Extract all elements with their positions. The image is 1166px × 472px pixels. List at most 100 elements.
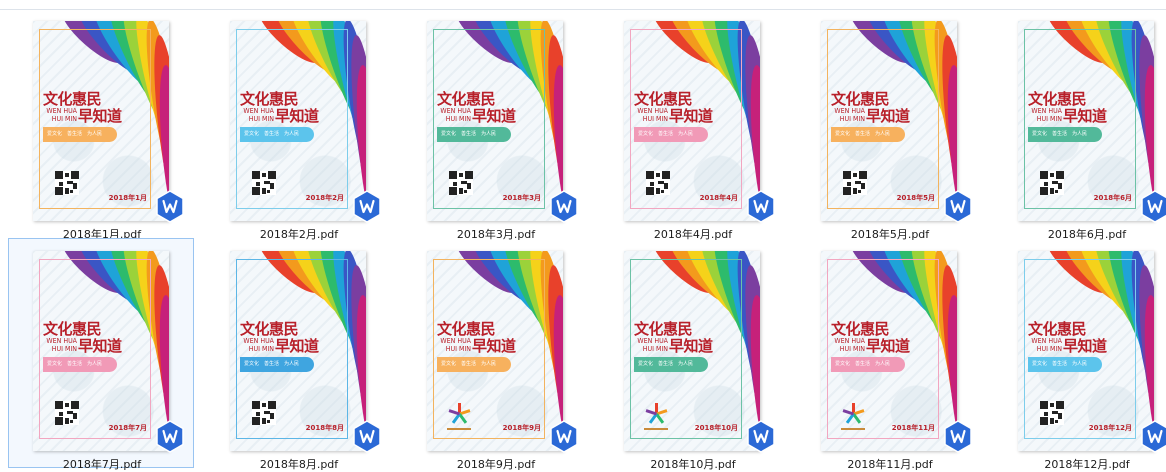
poster-date: 2018年3月	[502, 194, 541, 202]
poster-slogan-banner: 爱文化 善生活 为人民	[43, 357, 117, 372]
file-name-label[interactable]: 2018年10月.pdf	[600, 456, 786, 472]
file-item[interactable]: 文化惠民 WEN HUA HUI MIN 早知道 爱文化 善生活 为人民 2018年3月…	[402, 8, 588, 241]
poster-slogan-banner: 爱文化 善生活 为人民	[1028, 357, 1102, 372]
poster-title-pinyin: WEN HUA HUI MIN	[637, 337, 668, 353]
wps-pdf-icon	[550, 420, 578, 453]
poster-title-pinyin: WEN HUA HUI MIN	[834, 337, 865, 353]
qr-code-icon	[1040, 401, 1064, 425]
poster-title-pinyin: WEN HUA HUI MIN	[46, 107, 77, 123]
pdf-thumbnail: 文化惠民 WEN HUA HUI MIN 早知道 爱文化 善生活 为人民 2018年2月	[230, 21, 366, 221]
qr-code-icon	[252, 401, 276, 425]
pdf-thumbnail: 文化惠民 WEN HUA HUI MIN 早知道 爱文化 善生活 为人民 2018年3月	[427, 21, 563, 221]
poster-date: 2018年6月	[1093, 194, 1132, 202]
qr-code-icon	[252, 171, 276, 195]
file-name-label[interactable]: 2018年8月.pdf	[206, 456, 392, 472]
file-item[interactable]: 文化惠民 WEN HUA HUI MIN 早知道 爱文化 善生活 为人民 2018年6月…	[993, 8, 1166, 241]
poster-title-pinyin: WEN HUA HUI MIN	[46, 337, 77, 353]
pdf-thumbnail: 文化惠民 WEN HUA HUI MIN 早知道 爱文化 善生活 为人民 2018年4月	[624, 21, 760, 221]
qr-code-icon	[449, 171, 473, 195]
poster-slogan-banner: 爱文化 善生活 为人民	[437, 127, 511, 142]
poster-slogan-banner: 爱文化 善生活 为人民	[240, 357, 314, 372]
file-item[interactable]: 文化惠民 WEN HUA HUI MIN 早知道 爱文化 善生活 为人民 2018年9月…	[402, 238, 588, 471]
poster-subtitle: 早知道	[1063, 107, 1107, 125]
poster-date: 2018年8月	[305, 424, 344, 432]
poster-date: 2018年10月	[694, 424, 738, 432]
poster-date: 2018年5月	[896, 194, 935, 202]
qr-code-icon	[55, 401, 79, 425]
wps-pdf-icon	[353, 420, 381, 453]
wps-pdf-icon	[156, 420, 184, 453]
file-name-label[interactable]: 2018年12月.pdf	[994, 456, 1166, 472]
wps-pdf-icon	[944, 420, 972, 453]
poster-title-pinyin: WEN HUA HUI MIN	[243, 107, 274, 123]
file-grid: 文化惠民 WEN HUA HUI MIN 早知道 爱文化 善生活 为人民 2018年1月…	[0, 0, 1166, 471]
wps-pdf-icon	[1141, 190, 1166, 223]
pdf-thumbnail: 文化惠民 WEN HUA HUI MIN 早知道 爱文化 善生活 为人民 2018年5月	[821, 21, 957, 221]
file-item[interactable]: 文化惠民 WEN HUA HUI MIN 早知道 爱文化 善生活 为人民 2018年5月…	[796, 8, 982, 241]
poster-title-pinyin: WEN HUA HUI MIN	[243, 337, 274, 353]
poster-date: 2018年9月	[502, 424, 541, 432]
poster-title-pinyin: WEN HUA HUI MIN	[1031, 107, 1062, 123]
star-logo-icon	[841, 403, 865, 430]
poster-subtitle: 早知道	[275, 337, 319, 355]
poster-slogan-banner: 爱文化 善生活 为人民	[1028, 127, 1102, 142]
poster-date: 2018年4月	[699, 194, 738, 202]
file-name-label[interactable]: 2018年9月.pdf	[403, 456, 589, 472]
poster-slogan-banner: 爱文化 善生活 为人民	[240, 127, 314, 142]
qr-code-icon	[646, 171, 670, 195]
wps-pdf-icon	[747, 190, 775, 223]
poster-title-pinyin: WEN HUA HUI MIN	[637, 107, 668, 123]
pdf-thumbnail: 文化惠民 WEN HUA HUI MIN 早知道 爱文化 善生活 为人民 2018年12…	[1018, 251, 1154, 451]
wps-pdf-icon	[747, 420, 775, 453]
wps-pdf-icon	[550, 190, 578, 223]
qr-code-icon	[843, 171, 867, 195]
wps-pdf-icon	[156, 190, 184, 223]
wps-pdf-icon	[353, 190, 381, 223]
qr-code-icon	[55, 171, 79, 195]
poster-title-pinyin: WEN HUA HUI MIN	[440, 107, 471, 123]
file-item[interactable]: 文化惠民 WEN HUA HUI MIN 早知道 爱文化 善生活 为人民 2018年11…	[796, 238, 982, 471]
pdf-thumbnail: 文化惠民 WEN HUA HUI MIN 早知道 爱文化 善生活 为人民 2018年11…	[821, 251, 957, 451]
poster-subtitle: 早知道	[78, 107, 122, 125]
poster-subtitle: 早知道	[669, 107, 713, 125]
file-item[interactable]: 文化惠民 WEN HUA HUI MIN 早知道 爱文化 善生活 为人民 2018年10…	[599, 238, 785, 471]
wps-pdf-icon	[944, 190, 972, 223]
poster-slogan-banner: 爱文化 善生活 为人民	[634, 357, 708, 372]
poster-date: 2018年11月	[891, 424, 935, 432]
poster-subtitle: 早知道	[866, 107, 910, 125]
poster-slogan-banner: 爱文化 善生活 为人民	[831, 127, 905, 142]
file-item[interactable]: 文化惠民 WEN HUA HUI MIN 早知道 爱文化 善生活 为人民 2018年2月…	[205, 8, 391, 241]
pdf-thumbnail: 文化惠民 WEN HUA HUI MIN 早知道 爱文化 善生活 为人民 2018年9月	[427, 251, 563, 451]
poster-date: 2018年2月	[305, 194, 344, 202]
poster-date: 2018年7月	[108, 424, 147, 432]
file-item[interactable]: 文化惠民 WEN HUA HUI MIN 早知道 爱文化 善生活 为人民 2018年4月…	[599, 8, 785, 241]
file-item[interactable]: 文化惠民 WEN HUA HUI MIN 早知道 爱文化 善生活 为人民 2018年8月…	[205, 238, 391, 471]
poster-subtitle: 早知道	[472, 107, 516, 125]
file-item[interactable]: 文化惠民 WEN HUA HUI MIN 早知道 爱文化 善生活 为人民 2018年12…	[993, 238, 1166, 471]
poster-title-pinyin: WEN HUA HUI MIN	[440, 337, 471, 353]
poster-slogan-banner: 爱文化 善生活 为人民	[634, 127, 708, 142]
file-item[interactable]: 文化惠民 WEN HUA HUI MIN 早知道 爱文化 善生活 为人民 2018年7月…	[8, 238, 194, 471]
star-logo-icon	[447, 403, 471, 430]
poster-slogan-banner: 爱文化 善生活 为人民	[43, 127, 117, 142]
poster-slogan-banner: 爱文化 善生活 为人民	[437, 357, 511, 372]
star-logo-icon	[644, 403, 668, 430]
poster-subtitle: 早知道	[1063, 337, 1107, 355]
file-item[interactable]: 文化惠民 WEN HUA HUI MIN 早知道 爱文化 善生活 为人民 2018年1月…	[8, 8, 194, 241]
pdf-thumbnail: 文化惠民 WEN HUA HUI MIN 早知道 爱文化 善生活 为人民 2018年10…	[624, 251, 760, 451]
poster-date: 2018年12月	[1088, 424, 1132, 432]
poster-title-pinyin: WEN HUA HUI MIN	[1031, 337, 1062, 353]
file-name-label[interactable]: 2018年7月.pdf	[9, 456, 195, 472]
poster-subtitle: 早知道	[78, 337, 122, 355]
wps-pdf-icon	[1141, 420, 1166, 453]
poster-subtitle: 早知道	[275, 107, 319, 125]
pdf-thumbnail: 文化惠民 WEN HUA HUI MIN 早知道 爱文化 善生活 为人民 2018年7月	[33, 251, 169, 451]
poster-slogan-banner: 爱文化 善生活 为人民	[831, 357, 905, 372]
poster-subtitle: 早知道	[669, 337, 713, 355]
pdf-thumbnail: 文化惠民 WEN HUA HUI MIN 早知道 爱文化 善生活 为人民 2018年8月	[230, 251, 366, 451]
file-name-label[interactable]: 2018年11月.pdf	[797, 456, 983, 472]
qr-code-icon	[1040, 171, 1064, 195]
pdf-thumbnail: 文化惠民 WEN HUA HUI MIN 早知道 爱文化 善生活 为人民 2018年1月	[33, 21, 169, 221]
poster-subtitle: 早知道	[866, 337, 910, 355]
poster-date: 2018年1月	[108, 194, 147, 202]
